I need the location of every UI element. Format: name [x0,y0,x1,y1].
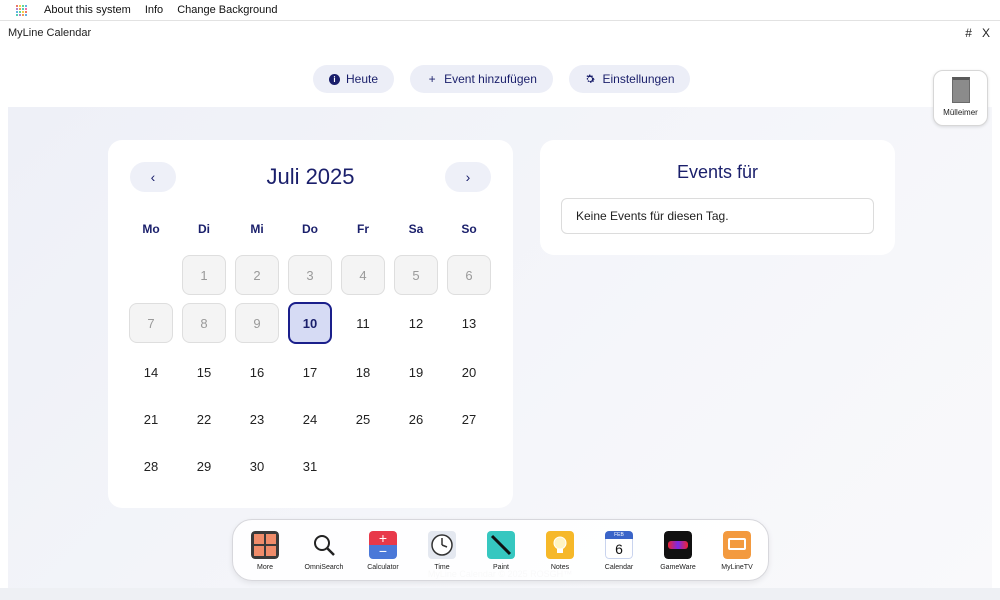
magnifier-icon [310,531,338,559]
dock-item-mylinetv[interactable]: MyLineTV [709,531,765,571]
dock-label: Notes [550,564,570,571]
app-toolbar: i Heute + Event hinzufügen Einstellungen [8,45,992,107]
dock-item-notes[interactable]: Notes [532,531,588,571]
weekday-header-di: Di [198,222,210,236]
day-cell[interactable]: 13 [447,303,491,343]
more-grid-icon [251,531,279,559]
trash-can-icon [951,77,970,103]
calendar-card: ‹ Juli 2025 › Mo Di Mi Do Fr Sa So 1 2 3 4 5 6 7 8 9 10 1… [108,140,513,508]
gameware-icon [664,531,692,559]
day-cell[interactable]: 31 [288,446,332,486]
day-cell[interactable]: 16 [235,352,279,392]
window-hash-button[interactable]: # [965,26,972,40]
system-menubar: About this system Info Change Background [0,0,1000,21]
day-cell[interactable]: 8 [182,303,226,343]
day-cell-today[interactable]: 10 [288,302,332,344]
weekday-header-mi: Mi [250,222,264,236]
plus-icon: + [428,72,436,86]
dock-label: GameWare [660,564,696,571]
events-card: Events für Keine Events für diesen Tag. [540,140,895,255]
day-cell[interactable]: 4 [341,255,385,295]
dock-label: Paint [493,564,509,571]
tv-icon [723,531,751,559]
calculator-icon: + − [369,531,397,559]
dock-label: Time [434,564,450,571]
dock-label: Calculator [367,564,399,571]
day-cell[interactable]: 1 [182,255,226,295]
day-cell[interactable]: 11 [341,303,385,343]
day-cell[interactable]: 3 [288,255,332,295]
day-cell[interactable]: 14 [129,352,173,392]
dock-item-calculator[interactable]: + − Calculator [355,531,411,571]
dock-label: More [257,564,273,571]
menu-about-system[interactable]: About this system [44,4,131,16]
settings-label: Einstellungen [602,72,675,86]
clock-icon [428,531,456,559]
weekday-header-fr: Fr [357,222,369,236]
info-icon: i [328,73,340,85]
dock-item-time[interactable]: Time [414,531,470,571]
calendar-badge-day: 6 [615,541,623,557]
next-month-button[interactable]: › [445,162,491,192]
day-cell[interactable]: 27 [447,399,491,439]
day-cell[interactable]: 22 [182,399,226,439]
menu-change-background[interactable]: Change Background [177,4,277,16]
day-cell[interactable]: 20 [447,352,491,392]
day-cell[interactable]: 29 [182,446,226,486]
window-titlebar: MyLine Calendar # X [0,21,1000,45]
dock-label: OmniSearch [304,564,344,571]
day-cell[interactable]: 2 [235,255,279,295]
trash-button[interactable]: Mülleimer [933,70,988,126]
events-list: Keine Events für diesen Tag. [561,198,874,234]
dock-label: MyLineTV [721,564,753,571]
window-close-button[interactable]: X [982,26,990,40]
day-cell[interactable]: 5 [394,255,438,295]
today-label: Heute [345,72,379,86]
day-cell[interactable]: 6 [447,255,491,295]
events-title: Events für [676,162,759,182]
day-cell[interactable]: 30 [235,446,279,486]
calendar-icon: FEB 6 [605,531,633,559]
menu-info[interactable]: Info [145,4,163,16]
today-button[interactable]: i Heute [313,65,394,93]
day-cell[interactable]: 12 [394,303,438,343]
paint-brush-icon [487,531,515,559]
system-logo-icon[interactable] [14,3,28,17]
calendar-badge-month: FEB [605,531,633,539]
no-events-message: Keine Events für diesen Tag. [576,209,729,223]
day-cell[interactable]: 26 [394,399,438,439]
weekday-header-sa: Sa [408,222,424,236]
dock-item-calendar[interactable]: FEB 6 Calendar [591,531,647,571]
day-cell[interactable]: 28 [129,446,173,486]
dock-item-more[interactable]: More [237,531,293,571]
day-cell[interactable]: 21 [129,399,173,439]
bottom-strip [0,588,1000,600]
weekday-header-do: Do [302,222,318,236]
day-cell[interactable]: 18 [341,352,385,392]
dock-item-paint[interactable]: Paint [473,531,529,571]
settings-button[interactable]: Einstellungen [569,65,690,93]
dock: More OmniSearch + − Calculator Time Paint Notes… [232,519,769,581]
add-event-button[interactable]: + Event hinzufügen [410,65,553,93]
day-cell[interactable]: 24 [288,399,332,439]
dock-label: Calendar [604,564,634,571]
day-cell[interactable]: 23 [235,399,279,439]
add-event-label: Event hinzufügen [444,72,537,86]
day-cell[interactable]: 9 [235,303,279,343]
window-title: MyLine Calendar [8,27,92,39]
weekday-header-mo: Mo [142,222,160,236]
chevron-right-icon: › [465,169,471,185]
dock-item-gameware[interactable]: GameWare [650,531,706,571]
day-cell[interactable]: 19 [394,352,438,392]
weekday-header-so: So [461,222,477,236]
day-cell[interactable]: 17 [288,352,332,392]
gear-icon [584,73,596,85]
lightbulb-icon [546,531,574,559]
day-cell[interactable]: 7 [129,303,173,343]
dock-item-omnisearch[interactable]: OmniSearch [296,531,352,571]
day-cell[interactable]: 25 [341,399,385,439]
day-cell[interactable]: 15 [182,352,226,392]
trash-label: Mülleimer [943,108,978,117]
